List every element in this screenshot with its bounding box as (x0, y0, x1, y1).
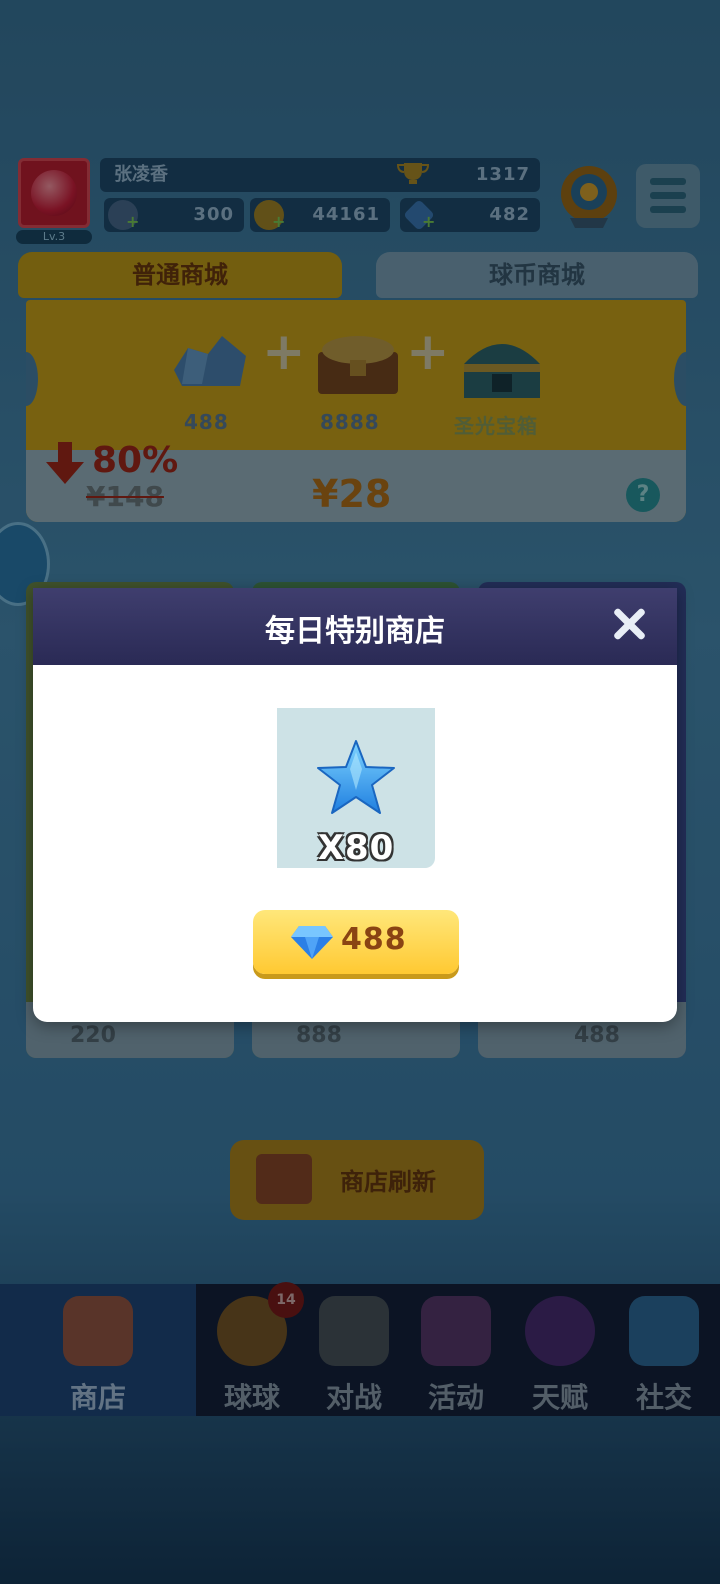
buy-button[interactable]: 488 (253, 910, 459, 974)
reward-item: X80 (277, 708, 435, 868)
blue-star-icon (317, 740, 395, 814)
buy-price: 488 (341, 922, 407, 957)
dialog-header: 每日特别商店 (33, 588, 677, 665)
reward-quantity: X80 (317, 828, 395, 868)
dialog-title: 每日特别商店 (265, 614, 445, 649)
close-icon[interactable] (609, 604, 649, 644)
daily-special-shop-dialog: 每日特别商店 X80 488 (33, 588, 677, 1022)
diamond-icon (291, 926, 333, 959)
